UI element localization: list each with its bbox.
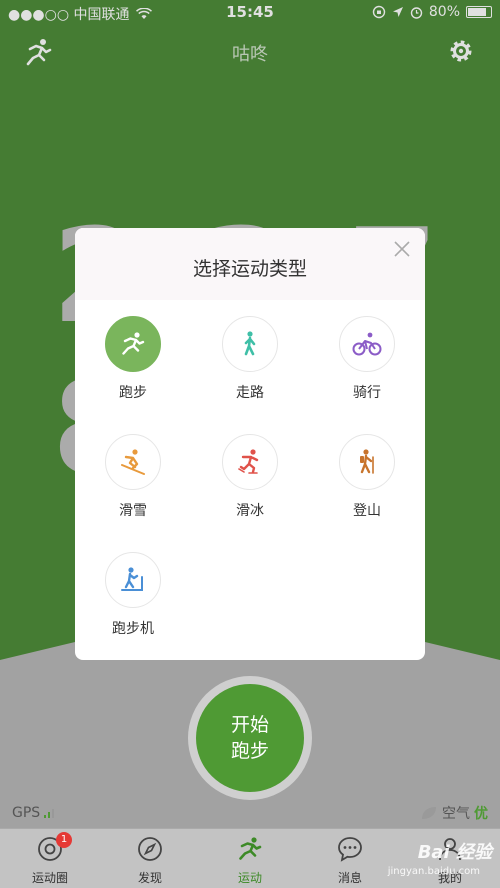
air-label: 空气 — [442, 806, 470, 822]
sport-label: 滑冰 — [236, 503, 264, 519]
tab-sport-circle[interactable]: 1 运动圈 — [0, 829, 100, 888]
sport-option-hiking[interactable]: 登山 — [317, 434, 417, 520]
tab-discover[interactable]: 发现 — [100, 829, 200, 888]
sport-label: 登山 — [353, 503, 381, 519]
gps-indicator: GPS — [12, 805, 55, 821]
sport-option-cycling[interactable]: 骑行 — [317, 316, 417, 402]
modal-header: 选择运动类型 — [75, 228, 425, 300]
sport-label: 走路 — [236, 385, 264, 401]
sport-option-skiing[interactable]: 滑雪 — [83, 434, 183, 520]
compass-icon — [138, 837, 162, 861]
start-button-line1: 开始 — [230, 714, 269, 736]
air-quality-value: 优 — [474, 806, 488, 822]
sport-option-running[interactable]: 跑步 — [83, 316, 183, 402]
tab-label: 发现 — [137, 871, 162, 885]
sport-circle — [222, 434, 278, 490]
air-quality: 空气 优 — [420, 803, 488, 823]
gps-label: GPS — [12, 805, 41, 821]
sport-label: 跑步机 — [112, 621, 154, 637]
sport-circle — [105, 316, 161, 372]
sport-label: 滑雪 — [119, 503, 147, 519]
modal-title: 选择运动类型 — [192, 258, 307, 280]
tab-sport[interactable]: 运动 — [200, 829, 300, 888]
close-icon[interactable] — [391, 238, 413, 260]
sport-option-skating[interactable]: 滑冰 — [200, 434, 300, 520]
start-button-line2: 跑步 — [230, 740, 269, 762]
sport-circle — [105, 434, 161, 490]
sport-label: 骑行 — [353, 385, 381, 401]
treadmill-icon — [121, 567, 143, 591]
sport-circle — [222, 316, 278, 372]
start-running-button[interactable]: 开始 跑步 — [196, 684, 304, 792]
walking-icon — [244, 331, 256, 356]
sport-circle — [105, 552, 161, 608]
hiking-icon — [360, 449, 374, 474]
leaf-icon — [422, 807, 436, 819]
skating-icon — [238, 449, 259, 474]
watermark-url: jingyan.baidu.com — [387, 866, 480, 877]
sport-option-walking[interactable]: 走路 — [200, 316, 300, 402]
running-icon — [122, 332, 145, 355]
skiing-icon — [121, 449, 145, 475]
tab-messages[interactable]: 消息 — [300, 829, 400, 888]
tab-label: 运动 — [237, 871, 262, 885]
tab-label: 消息 — [337, 871, 362, 885]
running-icon — [239, 837, 262, 860]
notification-badge: 1 — [56, 832, 72, 848]
sport-option-treadmill[interactable]: 跑步机 — [83, 552, 183, 638]
sport-circle — [339, 316, 395, 372]
chat-icon — [338, 837, 362, 862]
watermark-logo: Bai 经验 — [417, 842, 492, 863]
sport-circle — [339, 434, 395, 490]
sport-label: 跑步 — [119, 385, 147, 401]
sport-type-modal: 选择运动类型 跑步 走路 骑行 滑雪 滑冰 登山 跑步机 — [75, 228, 425, 660]
cycling-icon — [352, 332, 382, 356]
tab-label: 运动圈 — [31, 871, 68, 885]
signal-bars-icon — [44, 809, 55, 818]
